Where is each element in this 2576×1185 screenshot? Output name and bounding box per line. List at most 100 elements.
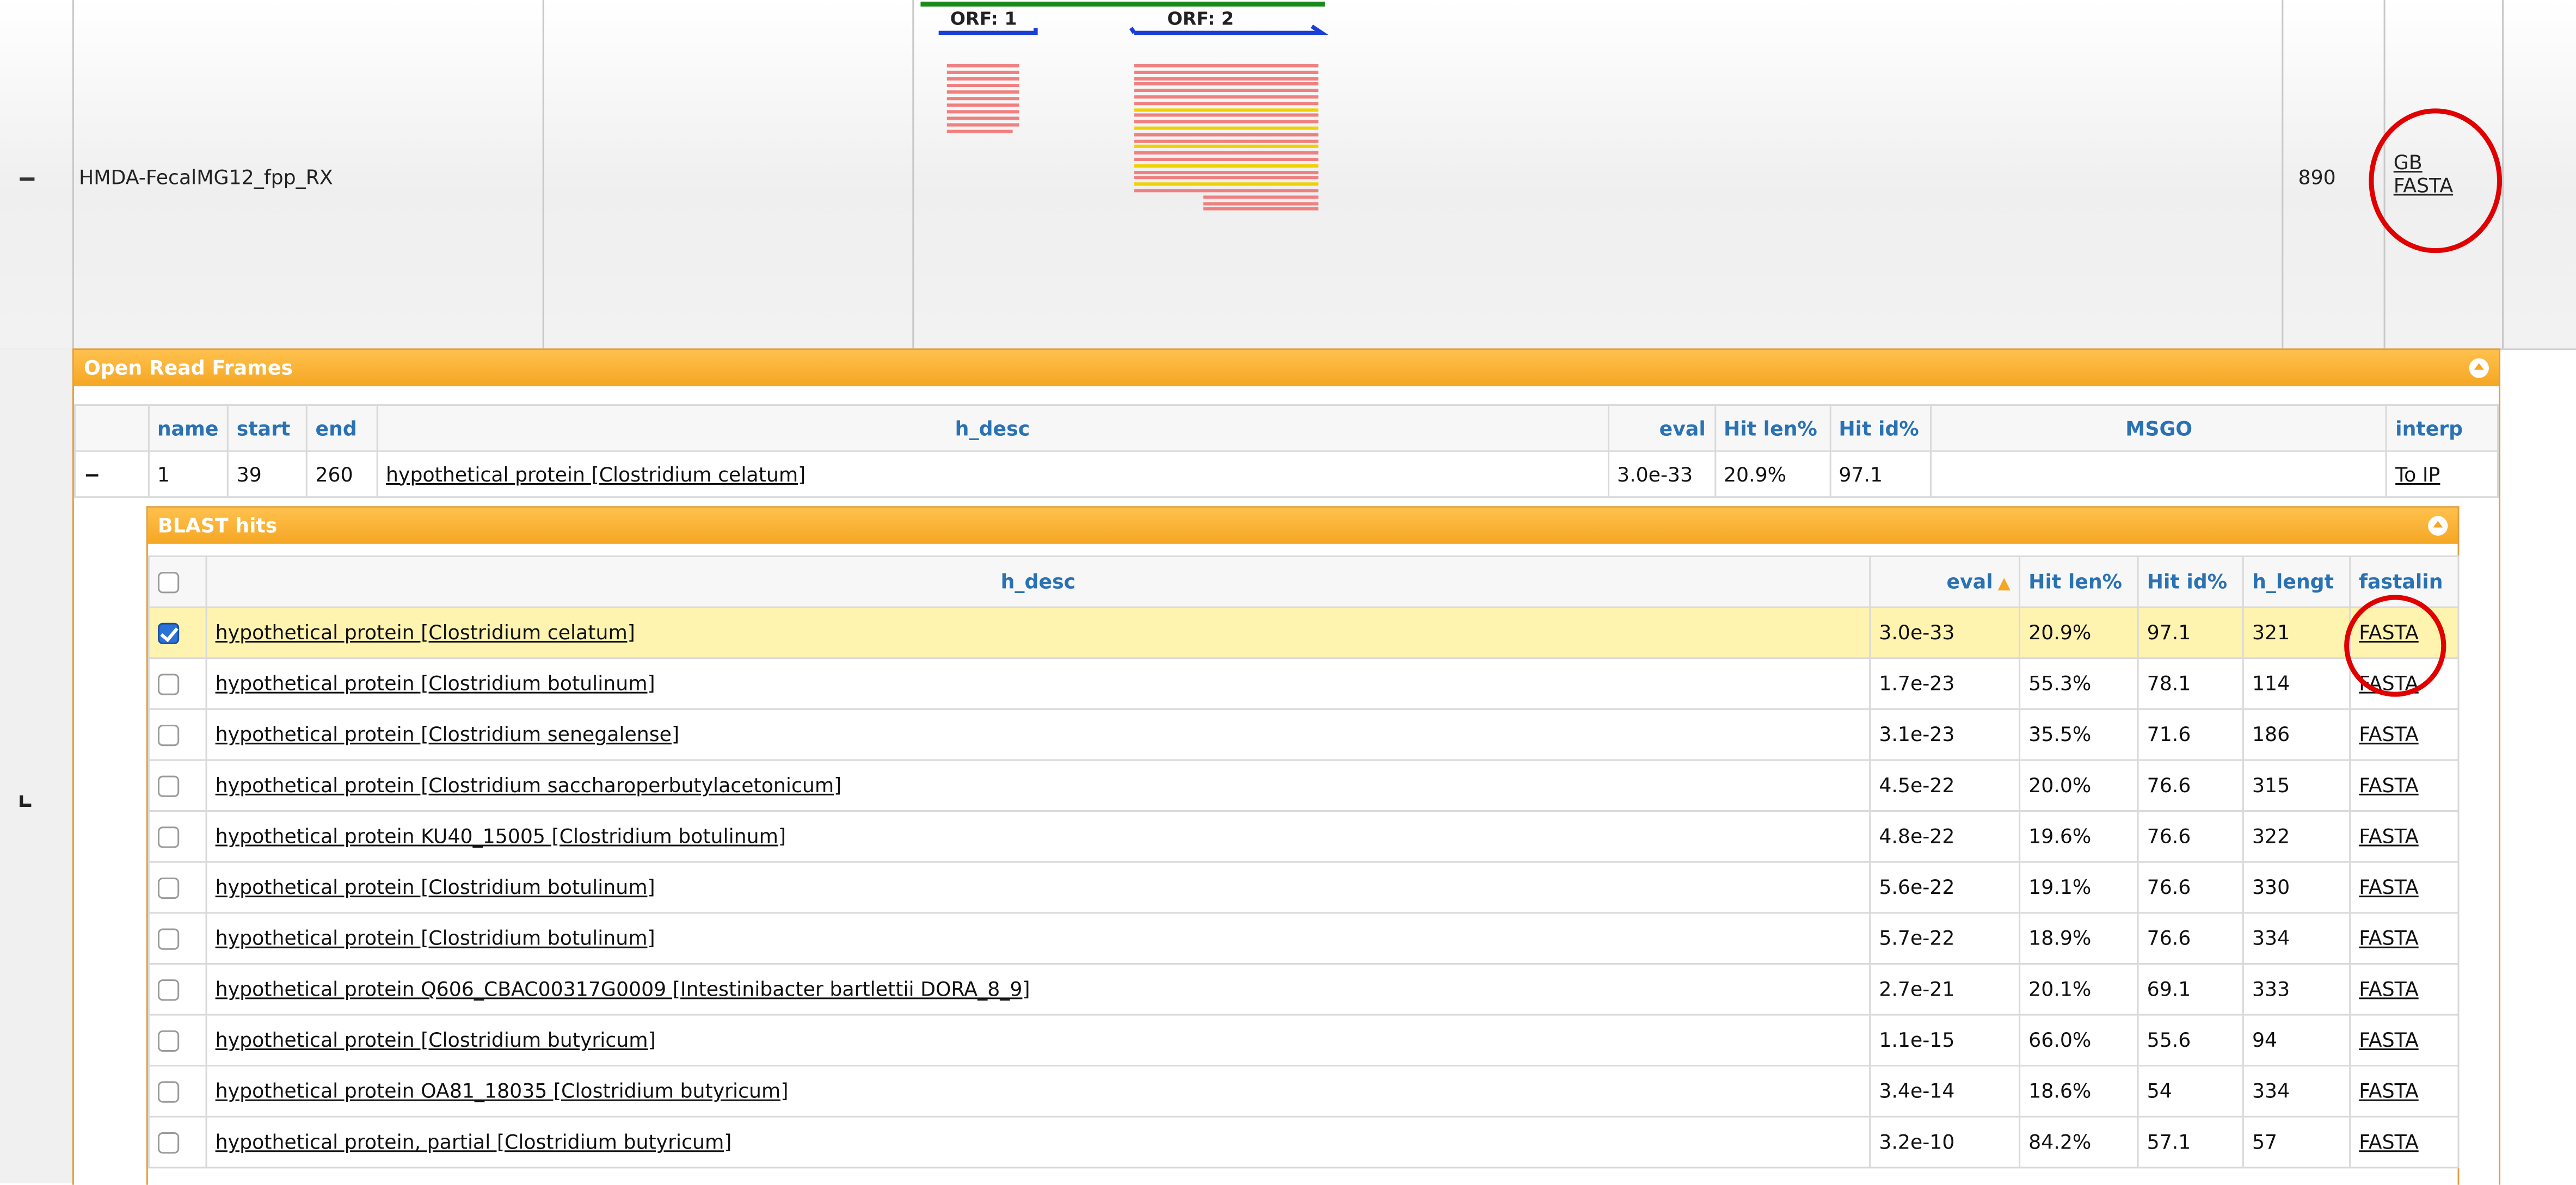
table-row[interactable]: hypothetical protein [Clostridium botuli… bbox=[147, 912, 2460, 965]
orf-header-name[interactable]: name bbox=[147, 404, 229, 452]
collapse-up-icon[interactable] bbox=[2428, 516, 2448, 536]
table-row[interactable]: hypothetical protein KU40_15005 [Clostri… bbox=[147, 810, 2460, 863]
orf-row-collapse-toggle[interactable]: − bbox=[73, 450, 149, 498]
hit-bar bbox=[946, 123, 1019, 127]
fasta-cell: FASTA bbox=[2349, 861, 2460, 914]
row-checkbox[interactable] bbox=[157, 1081, 180, 1103]
row-checkbox[interactable] bbox=[157, 622, 180, 644]
orf-row-name: 1 bbox=[147, 450, 229, 498]
hit-desc-link[interactable]: hypothetical protein [Clostridium butyri… bbox=[216, 1029, 656, 1052]
hit-bar bbox=[946, 90, 1019, 94]
table-row[interactable]: hypothetical protein [Clostridium butyri… bbox=[147, 1014, 2460, 1067]
hit-bar bbox=[946, 129, 1013, 133]
fasta-cell: FASTA bbox=[2349, 912, 2460, 965]
orf-header-end[interactable]: end bbox=[305, 404, 378, 452]
hit-desc-link[interactable]: hypothetical protein [Clostridium botuli… bbox=[216, 672, 655, 695]
hit-bar bbox=[1134, 120, 1319, 124]
hit-desc-link[interactable]: hypothetical protein [Clostridium botuli… bbox=[216, 876, 655, 899]
blast-table-header: h_desc eval ▲ Hit len% Hit id% h_lengt fa… bbox=[147, 555, 2460, 608]
table-row[interactable]: hypothetical protein [Clostridium senega… bbox=[147, 708, 2460, 761]
hit-bar bbox=[1134, 157, 1319, 161]
orf-row: − 1 39 260 hypothetical protein [Clostri… bbox=[73, 450, 2499, 498]
hit-length: 334 bbox=[2242, 1065, 2351, 1118]
fasta-link[interactable]: FASTA bbox=[2359, 1079, 2418, 1102]
row-checkbox[interactable] bbox=[157, 1132, 180, 1154]
table-row[interactable]: hypothetical protein [Clostridium botuli… bbox=[147, 861, 2460, 914]
row-checkbox[interactable] bbox=[157, 928, 180, 950]
hit-bar bbox=[1134, 189, 1319, 193]
hit-id-pct: 54 bbox=[2137, 1065, 2244, 1118]
hit-id-pct: 69.1 bbox=[2137, 962, 2244, 1016]
fasta-link[interactable]: FASTA bbox=[2359, 876, 2418, 899]
hit-desc-link[interactable]: hypothetical protein [Clostridium celatu… bbox=[216, 621, 635, 644]
table-row[interactable]: hypothetical protein, partial [Clostridi… bbox=[147, 1115, 2460, 1169]
hit-desc-link[interactable]: hypothetical protein OA81_18035 [Clostri… bbox=[216, 1079, 789, 1102]
hit-bar bbox=[1134, 164, 1319, 168]
orf-header-eval[interactable]: eval bbox=[1607, 404, 1716, 452]
fasta-link[interactable]: FASTA bbox=[2359, 825, 2418, 848]
table-row[interactable]: hypothetical protein [Clostridium saccha… bbox=[147, 759, 2460, 812]
contig-collapse-toggle[interactable] bbox=[20, 177, 35, 181]
blast-header-h-length[interactable]: h_lengt bbox=[2242, 555, 2351, 608]
select-all-checkbox[interactable] bbox=[157, 572, 180, 594]
blast-panel: BLAST hits h_desc eval ▲ Hit len% Hit id%… bbox=[146, 506, 2460, 1185]
orf-row-interp-cell: To IP bbox=[2386, 450, 2499, 498]
hit-id-pct: 71.6 bbox=[2137, 708, 2244, 761]
fasta-link[interactable]: FASTA bbox=[2359, 1029, 2418, 1052]
orf-header-hit-id[interactable]: Hit id% bbox=[1829, 404, 1933, 452]
table-row[interactable]: hypothetical protein OA81_18035 [Clostri… bbox=[147, 1065, 2460, 1118]
hit-desc-link[interactable]: hypothetical protein, partial [Clostridi… bbox=[216, 1131, 732, 1153]
orf-row-h-desc-link[interactable]: hypothetical protein [Clostridium celatu… bbox=[386, 462, 806, 485]
hit-desc-link[interactable]: hypothetical protein [Clostridium saccha… bbox=[216, 774, 842, 797]
hit-eval: 5.7e-22 bbox=[1869, 912, 2021, 965]
orf-header-interp[interactable]: interp bbox=[2386, 404, 2499, 452]
row-checkbox[interactable] bbox=[157, 674, 180, 695]
fasta-link[interactable]: FASTA bbox=[2359, 978, 2418, 1001]
orf-graphic: ORF: 1 ORF: 2 bbox=[920, 0, 1348, 230]
hit-desc-link[interactable]: hypothetical protein [Clostridium botuli… bbox=[216, 927, 655, 950]
row-checkbox[interactable] bbox=[157, 826, 180, 848]
hit-bar bbox=[946, 103, 1019, 107]
row-checkbox[interactable] bbox=[157, 775, 180, 797]
contig-row: HMDA-FecalMG12_fpp_RX ORF: 1 ORF: 2 890 … bbox=[0, 0, 2576, 350]
orf-header-start[interactable]: start bbox=[226, 404, 308, 452]
blast-header-h-desc[interactable]: h_desc bbox=[205, 555, 1871, 608]
blast-header-eval-cell[interactable]: eval ▲ bbox=[1869, 555, 2021, 608]
hit-bar bbox=[1134, 176, 1319, 180]
blast-header-hit-id[interactable]: Hit id% bbox=[2137, 555, 2244, 608]
fasta-link[interactable]: FASTA bbox=[2359, 723, 2418, 746]
row-checkbox[interactable] bbox=[157, 1030, 180, 1052]
hit-len-pct: 20.9% bbox=[2019, 606, 2139, 659]
table-row[interactable]: hypothetical protein [Clostridium celatu… bbox=[147, 606, 2460, 659]
hit-bar bbox=[1134, 101, 1319, 105]
hit-bar bbox=[946, 64, 1019, 67]
orf-row-interp-link[interactable]: To IP bbox=[2395, 462, 2440, 485]
blast-header-hit-len[interactable]: Hit len% bbox=[2019, 555, 2139, 608]
orf-header-hit-len[interactable]: Hit len% bbox=[1713, 404, 1831, 452]
hit-len-pct: 19.6% bbox=[2019, 810, 2139, 863]
hit-eval: 4.5e-22 bbox=[1869, 759, 2021, 812]
hit-desc-link[interactable]: hypothetical protein [Clostridium senega… bbox=[216, 723, 679, 746]
blast-panel-title: BLAST hits bbox=[157, 514, 278, 538]
fasta-link[interactable]: FASTA bbox=[2359, 927, 2418, 950]
row-checkbox[interactable] bbox=[157, 877, 180, 899]
fasta-link[interactable]: FASTA bbox=[2359, 1131, 2418, 1153]
hit-bar bbox=[1134, 133, 1319, 137]
hit-desc-link[interactable]: hypothetical protein Q606_CBAC00317G0009… bbox=[216, 978, 1030, 1001]
orf-header-msgo[interactable]: MSGO bbox=[1931, 404, 2388, 452]
hit-desc-link[interactable]: hypothetical protein KU40_15005 [Clostri… bbox=[216, 825, 786, 848]
fasta-link[interactable]: FASTA bbox=[2359, 774, 2418, 797]
column-divider bbox=[912, 0, 914, 349]
hit-bar bbox=[1134, 76, 1319, 80]
table-row[interactable]: hypothetical protein Q606_CBAC00317G0009… bbox=[147, 962, 2460, 1016]
collapse-up-icon[interactable] bbox=[2469, 358, 2489, 378]
column-divider bbox=[2282, 0, 2284, 349]
hit-id-pct: 76.6 bbox=[2137, 759, 2244, 812]
hit-bar bbox=[1134, 83, 1319, 87]
table-row[interactable]: hypothetical protein [Clostridium botuli… bbox=[147, 657, 2460, 710]
row-checkbox[interactable] bbox=[157, 724, 180, 746]
row-checkbox[interactable] bbox=[157, 979, 180, 1001]
orf-header-h-desc[interactable]: h_desc bbox=[376, 404, 1609, 452]
hit-bar bbox=[1203, 207, 1319, 211]
hit-len-pct: 84.2% bbox=[2019, 1115, 2139, 1169]
